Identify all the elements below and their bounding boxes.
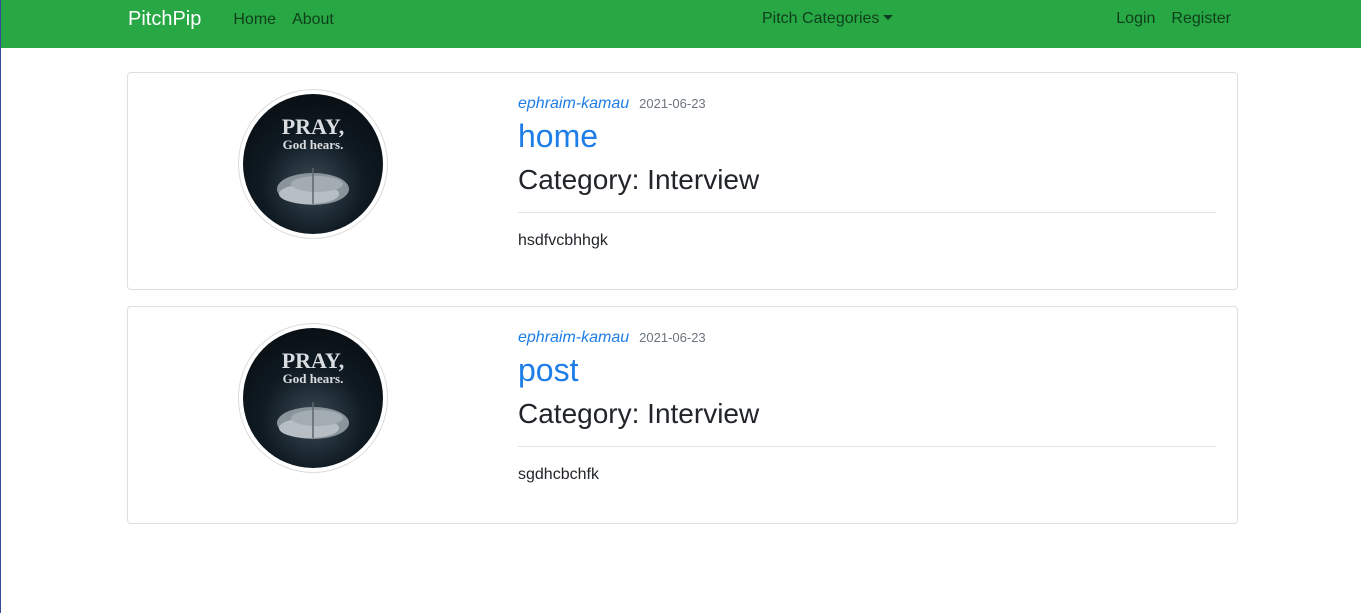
register-link[interactable]: Register: [1171, 10, 1231, 28]
post-image-line-1: PRAY,: [282, 114, 345, 139]
post-date: 2021-06-23: [639, 96, 706, 111]
navbar-inner: PitchPip Home About Pitch Categories Log…: [128, 0, 1231, 48]
praying-hands-icon: PRAY, God hears.: [277, 114, 349, 205]
post-title-link[interactable]: post: [518, 352, 578, 389]
pitch-categories-label: Pitch Categories: [762, 10, 880, 27]
praying-hands-icon: PRAY, God hears.: [277, 348, 349, 439]
post-image: PRAY, God hears.: [243, 94, 383, 234]
nav-home-link[interactable]: Home: [233, 11, 276, 29]
post-category: Category: Interview: [518, 398, 760, 429]
author-link[interactable]: ephraim-kamau: [518, 95, 629, 112]
post-card: PRAY, God hears. ephraim-kamau 2021-06-23…: [127, 72, 1238, 290]
post-meta: ephraim-kamau 2021-06-23: [518, 329, 706, 347]
post-image: PRAY, God hears.: [243, 328, 383, 468]
nav-about-link[interactable]: About: [292, 11, 334, 29]
divider: [518, 446, 1216, 447]
divider: [518, 212, 1216, 213]
post-image-frame: PRAY, God hears.: [238, 89, 388, 239]
post-body: hsdfvcbhhgk: [518, 232, 608, 249]
post-image-line-1: PRAY,: [282, 348, 345, 373]
post-title-link[interactable]: home: [518, 118, 598, 155]
post-date: 2021-06-23: [639, 330, 706, 345]
post-image-line-2: God hears.: [283, 371, 344, 386]
brand-link[interactable]: PitchPip: [128, 8, 201, 31]
login-link[interactable]: Login: [1116, 10, 1155, 28]
post-category: Category: Interview: [518, 164, 760, 195]
post-image-line-2: God hears.: [283, 137, 344, 152]
post-image-frame: PRAY, God hears.: [238, 323, 388, 473]
auth-links: Login Register: [1100, 10, 1231, 28]
post-meta: ephraim-kamau 2021-06-23: [518, 95, 706, 113]
pitch-categories-dropdown[interactable]: Pitch Categories: [762, 10, 894, 28]
navbar: PitchPip Home About Pitch Categories Log…: [1, 0, 1361, 48]
post-card: PRAY, God hears. ephraim-kamau 2021-06-23…: [127, 306, 1238, 524]
post-body: sgdhcbchfk: [518, 466, 599, 483]
caret-down-icon: [883, 15, 894, 20]
author-link[interactable]: ephraim-kamau: [518, 329, 629, 346]
